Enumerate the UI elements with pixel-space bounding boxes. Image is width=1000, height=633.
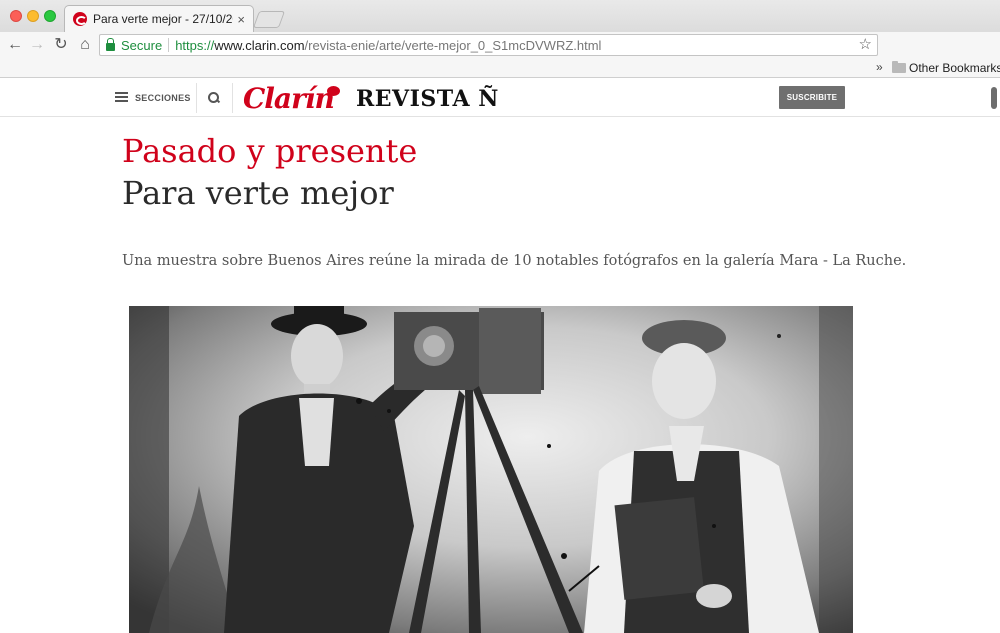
new-tab-button[interactable] <box>252 11 286 28</box>
clarin-logo[interactable]: Clarín <box>243 82 335 115</box>
browser-toolbar: ← → ↻ ⌂ Secure https://www.clarin.com/re… <box>0 32 1000 58</box>
back-arrow-icon[interactable]: ← <box>6 35 24 55</box>
hamburger-menu-icon[interactable] <box>115 92 128 102</box>
tab-close-icon[interactable]: × <box>237 12 245 27</box>
window-minimize-button[interactable] <box>27 10 39 22</box>
url-path: /revista-enie/arte/verte-mejor_0_S1mcDVW… <box>304 37 602 53</box>
address-bar[interactable]: Secure https://www.clarin.com/revista-en… <box>99 34 878 56</box>
url-scheme: https:// <box>175 37 215 53</box>
other-bookmarks-link[interactable]: Other Bookmarks <box>909 61 1000 75</box>
lock-icon <box>106 37 115 51</box>
article-headline: Para verte mejor <box>122 174 394 212</box>
browser-tab-active[interactable]: Para verte mejor - 27/10/2017 × <box>64 5 254 32</box>
header-divider <box>196 83 197 113</box>
article-lead: Una muestra sobre Buenos Aires reúne la … <box>122 253 907 269</box>
bookmark-star-icon[interactable]: ☆ <box>859 35 872 53</box>
forward-arrow-icon[interactable]: → <box>28 35 46 55</box>
header-divider <box>232 83 233 113</box>
site-header: SECCIONES Clarín REVISTA Ñ SUSCRIBITE <box>0 79 1000 117</box>
window-zoom-button[interactable] <box>44 10 56 22</box>
browser-tab-bar: Para verte mejor - 27/10/2017 × <box>0 0 1000 32</box>
clarin-logo-mark-icon <box>327 86 340 96</box>
subscribe-button[interactable]: SUSCRIBITE <box>779 86 845 109</box>
article-hero-photo <box>129 306 853 633</box>
secciones-menu-button[interactable]: SECCIONES <box>135 93 191 103</box>
reload-icon[interactable]: ↻ <box>52 35 70 55</box>
clarin-favicon-icon <box>73 12 87 26</box>
secure-label: Secure <box>121 37 163 53</box>
vintage-photo-illustration <box>129 306 853 633</box>
page-scrollbar[interactable] <box>991 87 997 109</box>
tab-title: Para verte mejor - 27/10/2017 <box>93 12 233 26</box>
omnibox-divider <box>168 38 170 52</box>
home-icon[interactable]: ⌂ <box>76 35 94 55</box>
url-host: www.clarin.com <box>214 37 305 53</box>
bookmarks-bar: » Other Bookmarks <box>0 58 1000 78</box>
folder-icon <box>892 61 906 73</box>
bookmarks-overflow-chevron-icon[interactable]: » <box>876 60 883 74</box>
revista-enie-logo[interactable]: REVISTA Ñ <box>356 86 499 112</box>
search-icon[interactable] <box>208 92 220 104</box>
window-close-button[interactable] <box>10 10 22 22</box>
article-kicker: Pasado y presente <box>122 132 418 170</box>
